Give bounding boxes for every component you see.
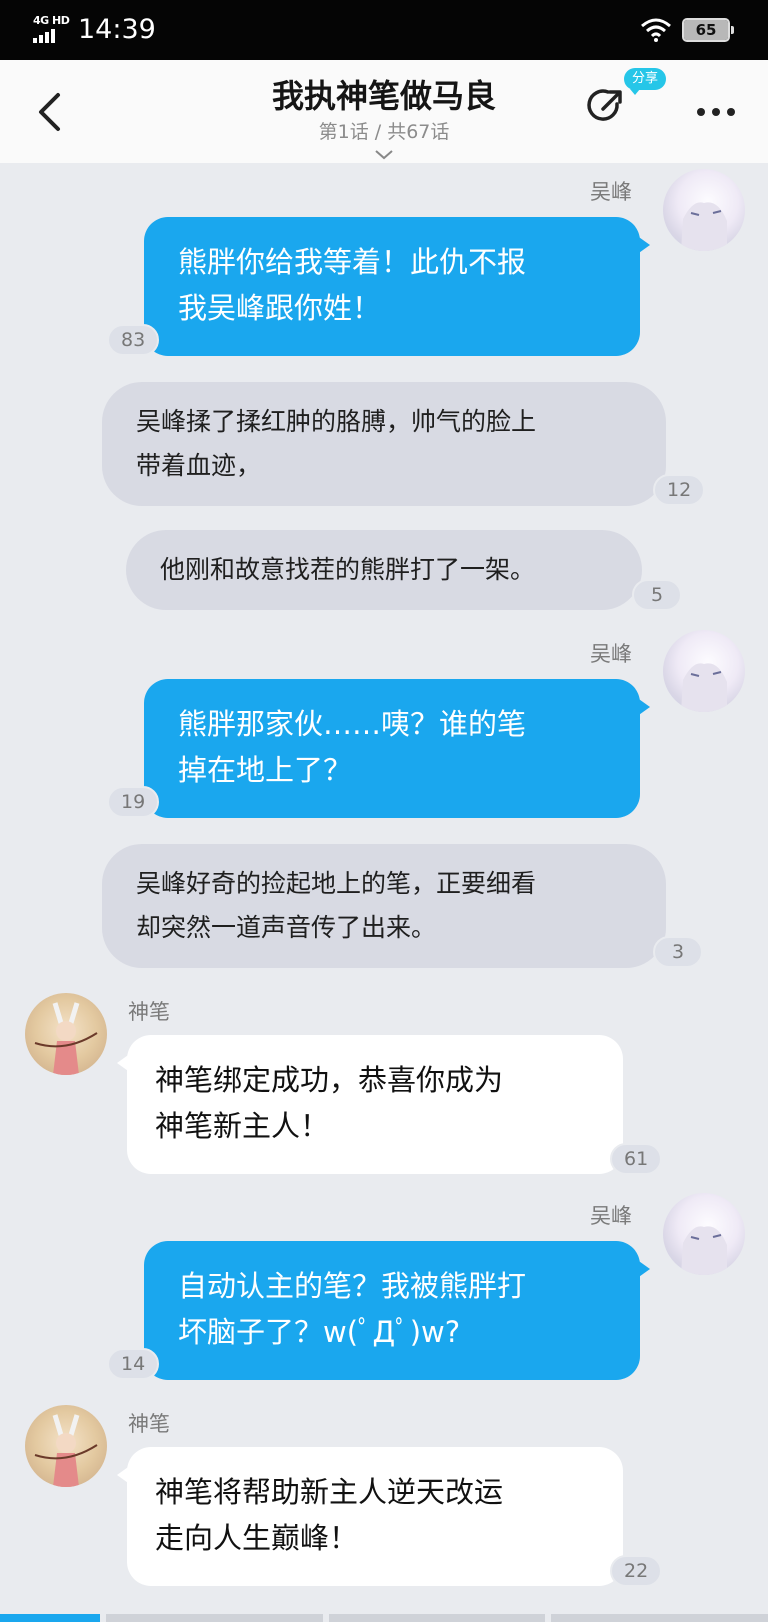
chat-bubble[interactable]: 熊胖你给我等着！此仇不报 我吴峰跟你姓！ xyxy=(144,217,650,356)
sender-name: 吴峰 xyxy=(590,1204,632,1228)
narration-bubble[interactable]: 吴峰好奇的捡起地上的笔，正要细看 却突然一道声音传了出来。 xyxy=(102,844,666,968)
chat-list: 吴峰 熊胖你给我等着！此仇不报 我吴峰跟你姓！ 83 吴峰揉了揉红肿的胳膊，帅气… xyxy=(0,163,768,1622)
sender-name: 神笔 xyxy=(128,1412,170,1436)
status-time: 14:39 xyxy=(78,14,156,45)
chat-bubble[interactable]: 自动认主的笔？我被熊胖打 坏脑子了？w(ﾟДﾟ)w? xyxy=(144,1241,650,1380)
sender-name: 吴峰 xyxy=(590,180,632,204)
app-header: 我执神笔做马良 第1话 / 共67话 分享 xyxy=(0,60,768,163)
bottom-toolbar xyxy=(0,1614,768,1622)
comment-count-badge[interactable]: 83 xyxy=(107,324,160,356)
battery-level: 65 xyxy=(695,21,717,39)
comment-count-badge[interactable]: 14 xyxy=(107,1348,160,1380)
comment-count-badge[interactable]: 12 xyxy=(653,474,706,506)
avatar[interactable] xyxy=(663,169,745,251)
chat-bubble[interactable]: 神笔绑定成功，恭喜你成为 神笔新主人！ xyxy=(117,1035,623,1174)
chapter-indicator[interactable]: 第1话 / 共67话 xyxy=(0,120,768,144)
share-icon[interactable] xyxy=(586,86,626,130)
toolbar-segment[interactable] xyxy=(0,1614,100,1622)
signal-icon: 4G HD xyxy=(33,14,70,43)
chat-bubble[interactable]: 熊胖那家伙……咦？谁的笔 掉在地上了？ xyxy=(144,679,650,818)
share-badge[interactable]: 分享 xyxy=(624,68,667,95)
comment-count-badge[interactable]: 3 xyxy=(653,936,703,968)
sender-name: 吴峰 xyxy=(590,642,632,666)
comment-count-badge[interactable]: 5 xyxy=(632,579,682,611)
status-bar: 4G HD 14:39 65 xyxy=(0,0,768,60)
toolbar-segment[interactable] xyxy=(551,1614,768,1622)
sender-name: 神笔 xyxy=(128,1000,170,1024)
network-label: 4G HD xyxy=(33,14,70,27)
toolbar-segment[interactable] xyxy=(328,1614,546,1622)
battery-icon: 65 xyxy=(682,18,734,42)
toolbar-segment[interactable] xyxy=(106,1614,323,1622)
avatar[interactable] xyxy=(25,993,107,1075)
narration-bubble[interactable]: 吴峰揉了揉红肿的胳膊，帅气的脸上 带着血迹， xyxy=(102,382,666,506)
comment-count-badge[interactable]: 19 xyxy=(107,786,160,818)
comment-count-badge[interactable]: 22 xyxy=(610,1555,663,1587)
avatar[interactable] xyxy=(663,1193,745,1275)
comment-count-badge[interactable]: 61 xyxy=(610,1143,663,1175)
narration-bubble[interactable]: 他刚和故意找茬的熊胖打了一架。 xyxy=(126,530,642,610)
avatar[interactable] xyxy=(663,630,745,712)
more-icon[interactable] xyxy=(697,108,735,116)
chat-bubble[interactable]: 神笔将帮助新主人逆天改运 走向人生巅峰！ xyxy=(117,1447,623,1586)
avatar[interactable] xyxy=(25,1405,107,1487)
wifi-icon xyxy=(640,18,672,46)
